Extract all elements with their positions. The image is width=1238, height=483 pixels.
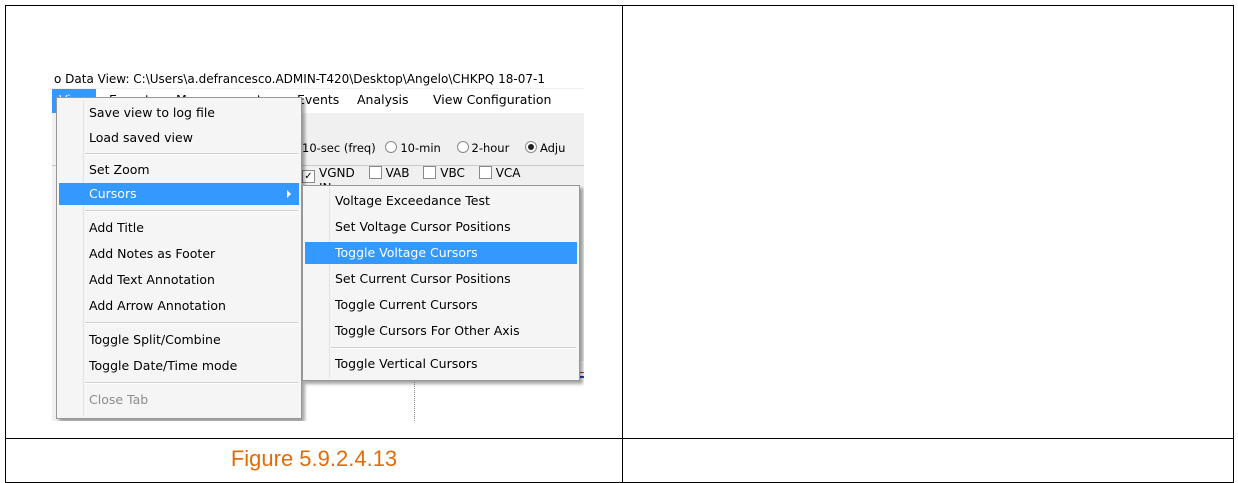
radio-adjust-label: Adju xyxy=(539,141,566,155)
submenu-arrow-icon xyxy=(287,190,291,198)
menu-separator xyxy=(85,210,298,212)
caption-cell: Figure 5.9.2.4.13 xyxy=(5,438,623,483)
interval-radio-group: 10-sec (freq) 10-min 2-hour Adju xyxy=(302,141,577,155)
radio-2hour[interactable]: 2-hour xyxy=(456,141,516,155)
menu-separator xyxy=(85,382,298,384)
empty-cell xyxy=(622,5,1234,439)
empty-cell xyxy=(622,438,1234,483)
menu-item-add-text-annotation[interactable]: Add Text Annotation xyxy=(59,269,299,291)
checkbox-icon[interactable] xyxy=(368,166,382,179)
checkbox-checked-icon[interactable]: ✓ xyxy=(302,170,315,183)
check-vca-label: VCA xyxy=(495,166,521,180)
radio-10min[interactable]: 10-min xyxy=(385,141,446,155)
menu-item-load-view[interactable]: Load saved view xyxy=(59,127,299,149)
check-vab-label: VAB xyxy=(385,166,410,180)
menu-item-toggle-split-combine[interactable]: Toggle Split/Combine xyxy=(59,329,299,351)
checkbox-icon[interactable] xyxy=(423,166,437,179)
menu-item-set-voltage-cursor-positions[interactable]: Set Voltage Cursor Positions xyxy=(305,216,577,238)
menu-item-save-view[interactable]: Save view to log file xyxy=(59,102,299,124)
radio-icon[interactable] xyxy=(385,141,398,153)
menu-analysis[interactable]: Analysis xyxy=(350,89,416,113)
cursors-submenu: Voltage Exceedance Test Set Voltage Curs… xyxy=(302,185,580,381)
menu-separator xyxy=(85,322,298,324)
radio-10min-label: 10-min xyxy=(400,141,441,155)
menu-item-cursors-label: Cursors xyxy=(89,186,137,201)
menu-item-add-title[interactable]: Add Title xyxy=(59,217,299,239)
checkbox-icon[interactable] xyxy=(478,166,492,179)
menu-item-toggle-voltage-cursors[interactable]: Toggle Voltage Cursors xyxy=(305,242,577,264)
menu-item-set-zoom[interactable]: Set Zoom xyxy=(59,159,299,181)
menu-separator xyxy=(331,347,576,349)
check-vgnd-label: VGND xyxy=(319,166,355,180)
figure-caption: Figure 5.9.2.4.13 xyxy=(230,446,398,471)
menu-item-add-arrow-annotation[interactable]: Add Arrow Annotation xyxy=(59,295,299,317)
menu-item-toggle-vertical-cursors[interactable]: Toggle Vertical Cursors xyxy=(305,353,577,375)
menu-item-toggle-date-time[interactable]: Toggle Date/Time mode xyxy=(59,355,299,377)
radio-2hour-label: 2-hour xyxy=(471,141,510,155)
menu-item-toggle-current-cursors[interactable]: Toggle Current Cursors xyxy=(305,294,577,316)
view-dropdown-menu: Save view to log file Load saved view Se… xyxy=(56,97,302,419)
radio-icon[interactable] xyxy=(456,141,469,153)
menu-item-add-notes-footer[interactable]: Add Notes as Footer xyxy=(59,243,299,265)
menu-item-cursors[interactable]: Cursors xyxy=(59,183,299,205)
menu-view-configuration[interactable]: View Configuration xyxy=(426,89,558,113)
menu-separator xyxy=(85,153,298,155)
check-vbc-label: VBC xyxy=(440,166,465,180)
radio-adjust[interactable]: Adju xyxy=(524,141,571,155)
figure-cell: o Data View: C:\Users\a.defrancesco.ADMI… xyxy=(5,5,623,439)
radio-checked-icon[interactable] xyxy=(524,141,537,153)
radio-10sec-label[interactable]: 10-sec (freq) xyxy=(302,141,376,155)
menu-item-set-current-cursor-positions[interactable]: Set Current Cursor Positions xyxy=(305,268,577,290)
menu-item-close-tab: Close Tab xyxy=(89,392,149,407)
application-screenshot: o Data View: C:\Users\a.defrancesco.ADMI… xyxy=(52,71,584,421)
window-title: o Data View: C:\Users\a.defrancesco.ADMI… xyxy=(52,71,584,88)
menu-item-voltage-exceedance-test[interactable]: Voltage Exceedance Test xyxy=(305,190,577,212)
menu-item-toggle-cursors-other-axis[interactable]: Toggle Cursors For Other Axis xyxy=(305,320,577,342)
document-table: o Data View: C:\Users\a.defrancesco.ADMI… xyxy=(5,5,1234,483)
